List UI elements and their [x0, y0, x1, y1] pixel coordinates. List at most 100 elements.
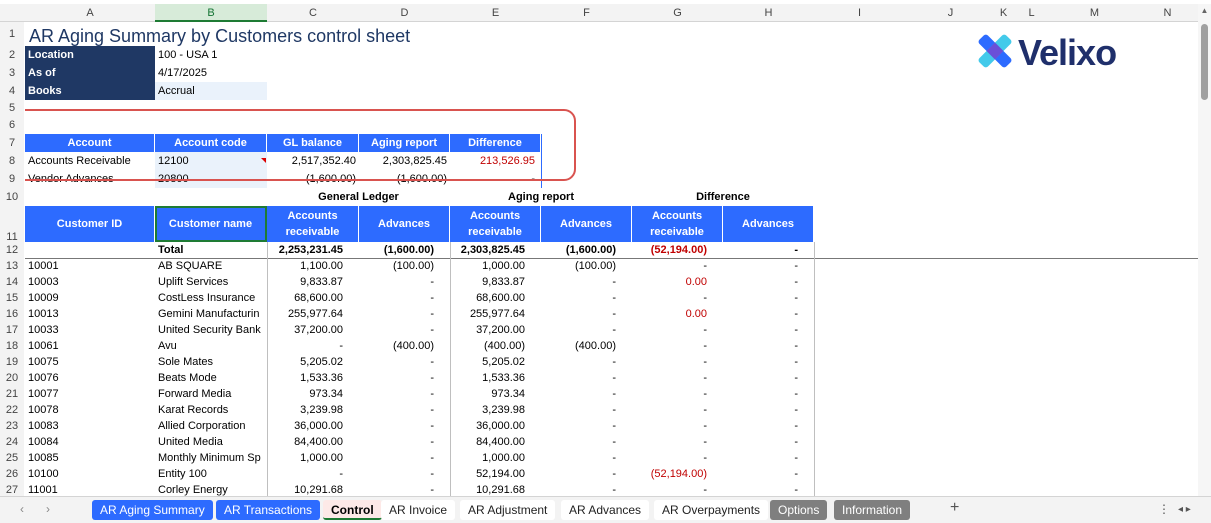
column-title[interactable]: Customer name: [155, 206, 267, 242]
amount-cell[interactable]: (400.00): [450, 338, 541, 354]
sheet-tab[interactable]: Control: [323, 500, 382, 520]
amount-cell[interactable]: 10,291.68: [267, 482, 359, 496]
customer-id-cell[interactable]: 10033: [25, 322, 155, 338]
row-header-22[interactable]: 22: [0, 402, 24, 418]
customer-name-cell[interactable]: Corley Energy: [155, 482, 267, 496]
column-title[interactable]: Accounts receivable: [450, 206, 541, 242]
amount-cell[interactable]: -: [359, 290, 450, 306]
row-header-18[interactable]: 18: [0, 338, 24, 354]
amount-cell[interactable]: 37,200.00: [450, 322, 541, 338]
column-title[interactable]: Advances: [359, 206, 450, 242]
total-cell[interactable]: (52,194.00): [632, 242, 723, 258]
customer-id-cell[interactable]: 10003: [25, 274, 155, 290]
amount-cell[interactable]: 1,533.36: [267, 370, 359, 386]
customer-name-cell[interactable]: Sole Mates: [155, 354, 267, 370]
amount-cell[interactable]: -: [632, 450, 723, 466]
customer-name-cell[interactable]: Entity 100: [155, 466, 267, 482]
amount-cell[interactable]: (400.00): [541, 338, 632, 354]
amount-cell[interactable]: 973.34: [267, 386, 359, 402]
amount-cell[interactable]: -: [632, 338, 723, 354]
row-header-9[interactable]: 9: [0, 170, 24, 188]
row-header-24[interactable]: 24: [0, 434, 24, 450]
amount-cell[interactable]: -: [267, 466, 359, 482]
amount-cell[interactable]: 1,000.00: [450, 258, 541, 274]
column-header-j[interactable]: J: [905, 4, 996, 22]
amount-cell[interactable]: -: [723, 306, 814, 322]
amount-cell[interactable]: -: [541, 466, 632, 482]
amount-cell[interactable]: -: [723, 402, 814, 418]
amount-cell[interactable]: 255,977.64: [450, 306, 541, 322]
amount-cell[interactable]: -: [359, 466, 450, 482]
total-cell[interactable]: 2,253,231.45: [267, 242, 359, 258]
amount-cell[interactable]: -: [541, 402, 632, 418]
amount-cell[interactable]: -: [267, 338, 359, 354]
amount-cell[interactable]: -: [723, 258, 814, 274]
amount-cell[interactable]: 3,239.98: [450, 402, 541, 418]
customer-id-cell[interactable]: 10084: [25, 434, 155, 450]
row-header-16[interactable]: 16: [0, 306, 24, 322]
amount-cell[interactable]: 1,000.00: [450, 450, 541, 466]
sheet-tab[interactable]: AR Adjustment: [460, 500, 556, 520]
customer-id-cell[interactable]: 10013: [25, 306, 155, 322]
column-title[interactable]: Advances: [541, 206, 632, 242]
column-header-a[interactable]: A: [25, 4, 155, 22]
group-header[interactable]: Aging report: [450, 188, 632, 206]
row-header-8[interactable]: 8: [0, 152, 24, 170]
amount-cell[interactable]: -: [723, 418, 814, 434]
column-header-n[interactable]: N: [1137, 4, 1198, 22]
customer-name-cell[interactable]: CostLess Insurance: [155, 290, 267, 306]
amount-cell[interactable]: 255,977.64: [267, 306, 359, 322]
customer-id-cell[interactable]: 10061: [25, 338, 155, 354]
amount-cell[interactable]: -: [632, 354, 723, 370]
total-cell[interactable]: (1,600.00): [359, 242, 450, 258]
amount-cell[interactable]: -: [359, 402, 450, 418]
amount-cell[interactable]: -: [359, 322, 450, 338]
group-header[interactable]: Difference: [632, 188, 814, 206]
customer-id-cell[interactable]: 10076: [25, 370, 155, 386]
row-header-6[interactable]: 6: [0, 116, 24, 134]
column-title[interactable]: Accounts receivable: [632, 206, 723, 242]
column-header-k[interactable]: K: [996, 4, 1011, 22]
customer-name-cell[interactable]: Forward Media: [155, 386, 267, 402]
column-header-m[interactable]: M: [1052, 4, 1137, 22]
amount-cell[interactable]: 9,833.87: [267, 274, 359, 290]
column-header-c[interactable]: C: [267, 4, 359, 22]
param-value[interactable]: 100 - USA 1: [155, 46, 267, 64]
customer-id-cell[interactable]: 10009: [25, 290, 155, 306]
scroll-up-icon[interactable]: ▲: [1198, 6, 1211, 15]
column-title[interactable]: Customer ID: [25, 206, 155, 242]
amount-cell[interactable]: -: [541, 322, 632, 338]
amount-cell[interactable]: -: [723, 450, 814, 466]
amount-cell[interactable]: 5,205.02: [450, 354, 541, 370]
amount-cell[interactable]: -: [541, 274, 632, 290]
row-header-26[interactable]: 26: [0, 466, 24, 482]
row-header-13[interactable]: 13: [0, 258, 24, 274]
amount-cell[interactable]: -: [632, 402, 723, 418]
add-sheet-button[interactable]: +: [950, 499, 959, 517]
amount-cell[interactable]: (100.00): [359, 258, 450, 274]
row-header-12[interactable]: 12: [0, 242, 24, 258]
total-cell[interactable]: 2,303,825.45: [450, 242, 541, 258]
param-label[interactable]: Location: [25, 46, 155, 64]
column-title[interactable]: Accounts receivable: [267, 206, 359, 242]
row-header-11[interactable]: 11: [0, 206, 24, 243]
scrollbar-thumb[interactable]: [1201, 24, 1208, 100]
customer-name-cell[interactable]: Uplift Services: [155, 274, 267, 290]
amount-cell[interactable]: -: [541, 370, 632, 386]
row-header-1[interactable]: 1: [0, 22, 24, 46]
amount-cell[interactable]: 973.34: [450, 386, 541, 402]
amount-cell[interactable]: 68,600.00: [450, 290, 541, 306]
sheet-tab[interactable]: Options: [770, 500, 828, 520]
amount-cell[interactable]: -: [632, 258, 723, 274]
amount-cell[interactable]: -: [359, 274, 450, 290]
customer-name-cell[interactable]: AB SQUARE: [155, 258, 267, 274]
amount-cell[interactable]: -: [723, 466, 814, 482]
amount-cell[interactable]: -: [723, 338, 814, 354]
amount-cell[interactable]: -: [723, 386, 814, 402]
amount-cell[interactable]: (100.00): [541, 258, 632, 274]
amount-cell[interactable]: 37,200.00: [267, 322, 359, 338]
amount-cell[interactable]: 5,205.02: [267, 354, 359, 370]
customer-name-cell[interactable]: Beats Mode: [155, 370, 267, 386]
customer-name-cell[interactable]: Karat Records: [155, 402, 267, 418]
customer-name-cell[interactable]: United Security Bank: [155, 322, 267, 338]
